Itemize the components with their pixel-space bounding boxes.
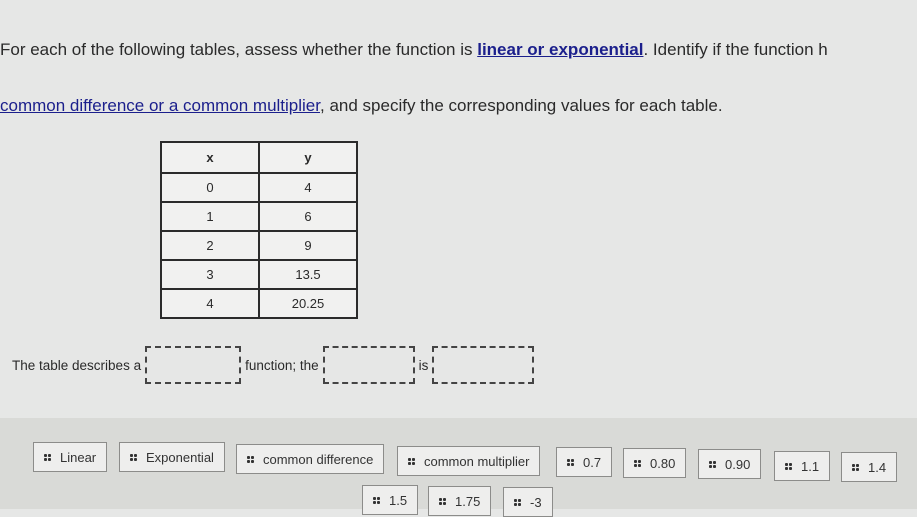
table-row: 4 20.25 <box>160 288 358 319</box>
chip-1-1[interactable]: 1.1 <box>774 451 831 481</box>
drop-zone-function-type[interactable] <box>145 346 242 384</box>
drag-handle-icon <box>439 497 446 505</box>
chip-1-4[interactable]: 1.4 <box>841 452 898 482</box>
cell-x: 1 <box>160 201 260 232</box>
chip-label: 0.7 <box>583 454 602 470</box>
drop-zone-value[interactable] <box>432 346 535 384</box>
drag-handle-icon <box>785 462 792 470</box>
cell-x: 3 <box>160 259 260 290</box>
header-x: x <box>160 141 260 174</box>
sentence-text: is <box>418 357 429 373</box>
chip-1-75[interactable]: 1.75 <box>428 486 492 516</box>
chip-label: -3 <box>530 494 542 510</box>
instructions-line-1: For each of the following tables, assess… <box>0 32 917 68</box>
chip-label: common difference <box>263 451 374 467</box>
cell-y: 20.25 <box>258 288 358 319</box>
drag-handle-icon <box>44 453 51 461</box>
drag-handle-icon <box>373 496 380 504</box>
instructions-line-2: common difference or a common multiplier… <box>0 88 917 124</box>
chip-label: 1.4 <box>868 459 887 475</box>
drag-handle-icon <box>130 453 137 461</box>
chip-common-difference[interactable]: common difference <box>236 444 385 474</box>
chip-label: 0.90 <box>725 456 751 472</box>
drag-handle-icon <box>247 455 254 463</box>
drag-handle-icon <box>634 459 641 467</box>
drag-handle-icon <box>709 460 716 468</box>
table-row: 3 13.5 <box>160 259 358 290</box>
cell-x: 2 <box>160 230 260 261</box>
instructions: For each of the following tables, assess… <box>0 32 917 124</box>
chip-0-80[interactable]: 0.80 <box>623 448 687 478</box>
drag-handle-icon <box>567 458 574 466</box>
instructions-text: For each of the following tables, assess… <box>0 40 478 59</box>
chip-common-multiplier[interactable]: common multiplier <box>397 446 541 476</box>
chip-label: common multiplier <box>424 453 530 469</box>
chip-label: Exponential <box>146 449 214 465</box>
table-header-row: x y <box>160 141 358 174</box>
chip-linear[interactable]: Linear <box>33 442 108 472</box>
chip-exponential[interactable]: Exponential <box>119 442 225 472</box>
drag-handle-icon <box>514 498 521 506</box>
table-row: 2 9 <box>160 230 358 261</box>
drag-handle-icon <box>408 457 415 465</box>
cell-y: 4 <box>258 172 358 203</box>
chip-label: Linear <box>60 449 97 465</box>
table-row: 1 6 <box>160 201 358 232</box>
answer-bank: Linear Exponential common difference com… <box>0 418 917 517</box>
cell-y: 9 <box>258 230 358 261</box>
chip-1-5[interactable]: 1.5 <box>362 485 419 515</box>
chip-label: 1.5 <box>389 492 408 508</box>
instructions-text: . Identify if the function h <box>643 40 828 59</box>
chip-label: 1.1 <box>801 458 820 474</box>
chip-0-90[interactable]: 0.90 <box>698 449 762 479</box>
chip-label: 1.75 <box>455 493 481 509</box>
drop-zone-pattern-type[interactable] <box>322 346 415 384</box>
drag-handle-icon <box>852 463 859 471</box>
xy-table: x y 0 4 1 6 2 9 3 13.5 4 20.25 <box>160 141 358 319</box>
answer-sentence: The table describes a function; the is <box>12 345 538 385</box>
table-row: 0 4 <box>160 172 358 203</box>
cell-y: 13.5 <box>258 259 358 290</box>
chip-negative-3[interactable]: -3 <box>503 487 553 517</box>
chip-0-7[interactable]: 0.7 <box>556 447 613 477</box>
chip-label: 0.80 <box>650 455 676 471</box>
linear-or-exponential-link[interactable]: linear or exponential <box>477 40 643 59</box>
cell-x: 0 <box>160 172 260 203</box>
sentence-text: The table describes a <box>12 357 142 373</box>
cell-x: 4 <box>160 288 260 319</box>
sentence-text: function; the <box>245 357 319 373</box>
instructions-text: , and specify the corresponding values f… <box>320 96 723 115</box>
common-difference-multiplier-link[interactable]: common difference or a common multiplier <box>0 96 320 115</box>
header-y: y <box>258 141 358 174</box>
cell-y: 6 <box>258 201 358 232</box>
